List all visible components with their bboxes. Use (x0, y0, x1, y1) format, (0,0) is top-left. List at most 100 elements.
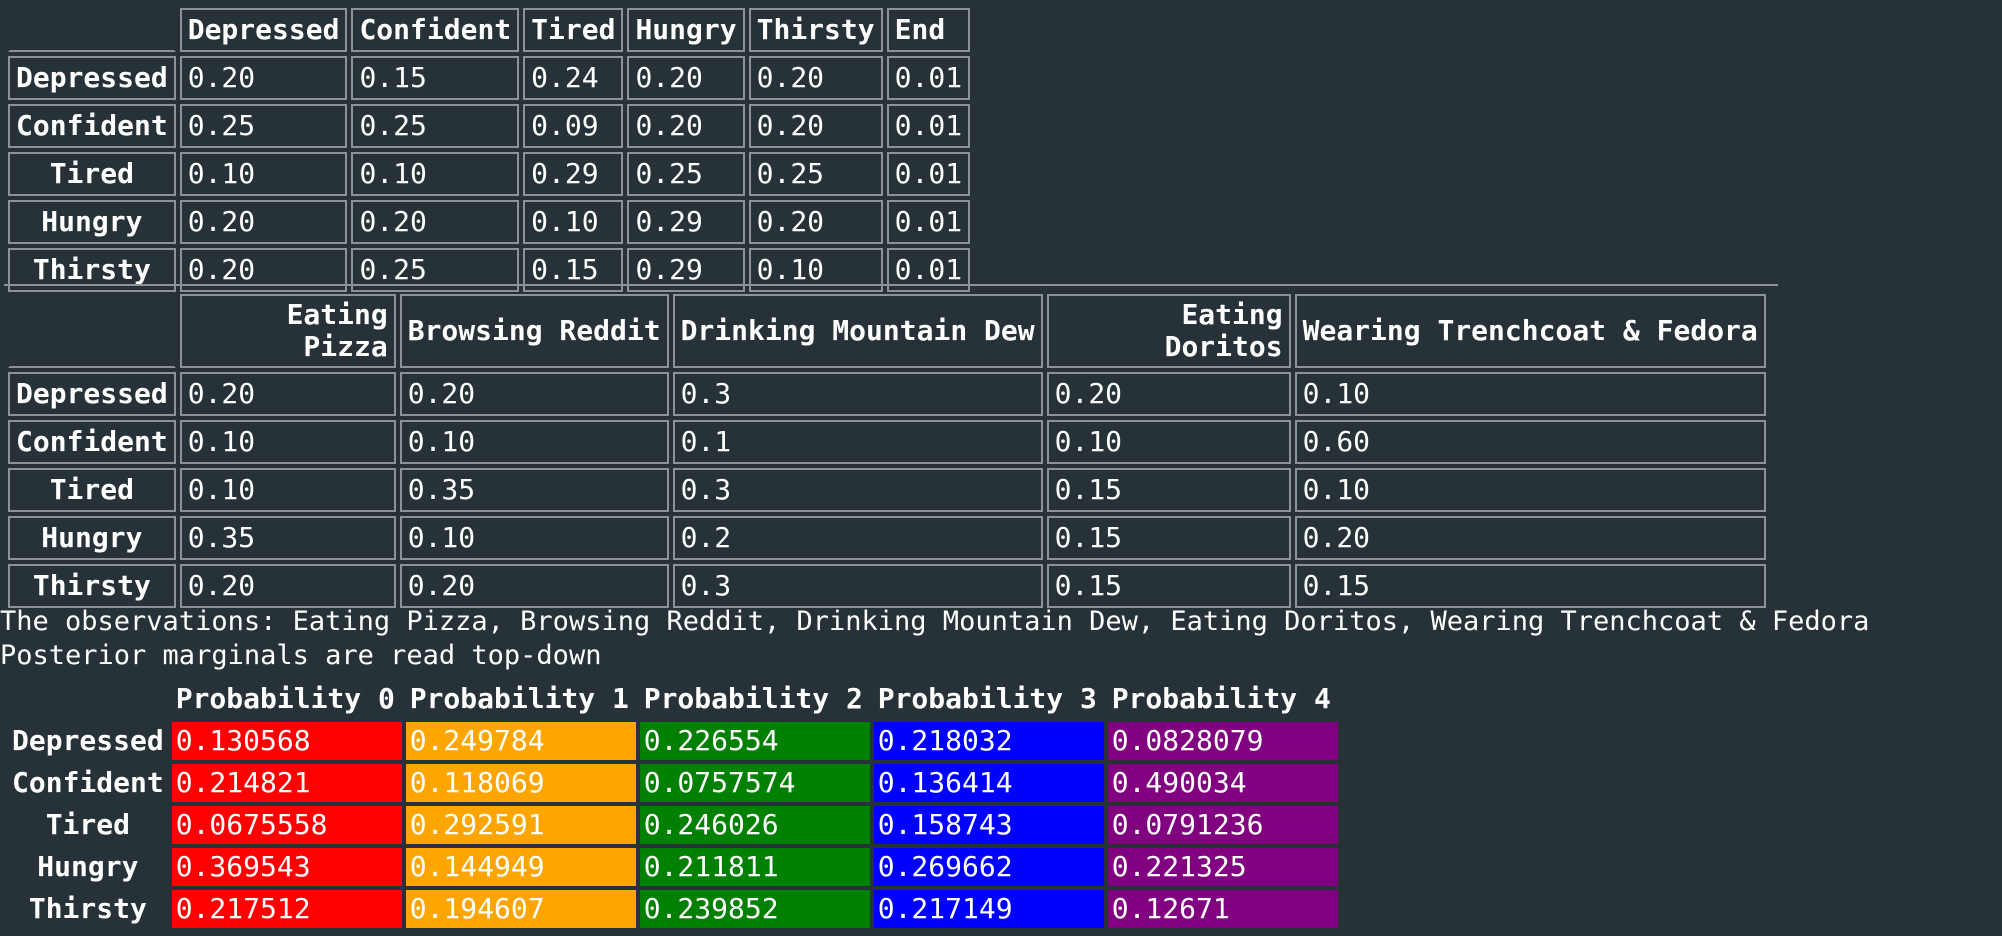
row-header: Confident (8, 104, 176, 148)
table-cell: 0.249784 (405, 722, 636, 760)
row-header: Hungry (8, 516, 176, 560)
table-cell: 0.130568 (171, 722, 402, 760)
table-row: Confident 0.25 0.25 0.09 0.20 0.20 0.01 (8, 104, 971, 148)
table-cell: 0.218032 (873, 722, 1104, 760)
corner-cell (8, 680, 168, 718)
posterior-header-row: Probability 0 Probability 1 Probability … (8, 680, 1338, 718)
table-cell: 0.0675558 (171, 806, 402, 844)
table-cell: 0.15 (1046, 468, 1291, 512)
column-header: Tired (523, 8, 624, 52)
table-cell: 0.25 (748, 152, 883, 196)
table-cell: 0.10 (1046, 420, 1291, 464)
table-cell: 0.20 (748, 104, 883, 148)
column-header: Probability 4 (1111, 682, 1331, 715)
table-cell: 0.20 (179, 564, 396, 608)
posterior-note: Posterior marginals are read top-down (0, 640, 602, 671)
table-cell: 0.20 (351, 200, 520, 244)
column-header: Depressed (179, 8, 348, 52)
table-row: Thirsty 0.217512 0.194607 0.239852 0.217149 0… (8, 890, 1338, 928)
row-header: Thirsty (28, 892, 147, 925)
emission-header-row: Eating Pizza Browsing Reddit Drinking Mo… (8, 294, 1766, 368)
table-row: Depressed 0.130568 0.249784 0.226554 0.21803… (8, 722, 1338, 760)
row-header: Depressed (8, 372, 176, 416)
column-header: Probability 2 (643, 682, 863, 715)
table-cell: 0.01 (886, 200, 971, 244)
corner-cell (8, 8, 176, 52)
table-cell: 0.0757574 (639, 764, 870, 802)
table-cell: 0.35 (179, 516, 396, 560)
column-header: Probability 3 (877, 682, 1097, 715)
table-cell: 0.20 (179, 56, 348, 100)
table-cell: 0.15 (1046, 564, 1291, 608)
table-cell: 0.1 (672, 420, 1043, 464)
transition-table: Depressed Confident Tired Hungry Thirsty… (4, 4, 974, 296)
table-cell: 0.10 (523, 200, 624, 244)
table-cell: 0.20 (1294, 516, 1766, 560)
divider (4, 284, 1778, 286)
table-cell: 0.15 (1046, 516, 1291, 560)
table-cell: 0.10 (1294, 372, 1766, 416)
row-header: Confident (8, 420, 176, 464)
table-row: Hungry 0.35 0.10 0.2 0.15 0.20 (8, 516, 1766, 560)
row-header: Confident (12, 766, 164, 799)
table-cell: 0.136414 (873, 764, 1104, 802)
table-cell: 0.0828079 (1107, 722, 1338, 760)
row-header: Depressed (8, 56, 176, 100)
table-cell: 0.490034 (1107, 764, 1338, 802)
table-cell: 0.239852 (639, 890, 870, 928)
column-header: Eating Doritos (1046, 294, 1291, 368)
table-cell: 0.3 (672, 372, 1043, 416)
table-cell: 0.20 (627, 56, 745, 100)
table-cell: 0.25 (179, 104, 348, 148)
table-cell: 0.10 (179, 152, 348, 196)
column-header: Thirsty (748, 8, 883, 52)
table-cell: 0.10 (179, 468, 396, 512)
table-cell: 0.20 (1046, 372, 1291, 416)
table-cell: 0.35 (399, 468, 669, 512)
table-cell: 0.29 (523, 152, 624, 196)
table-row: Depressed 0.20 0.20 0.3 0.20 0.10 (8, 372, 1766, 416)
table-cell: 0.217512 (171, 890, 402, 928)
table-cell: 0.10 (399, 516, 669, 560)
table-cell: 0.214821 (171, 764, 402, 802)
table-row: Tired 0.10 0.10 0.29 0.25 0.25 0.01 (8, 152, 971, 196)
column-header: Confident (351, 8, 520, 52)
table-cell: 0.20 (399, 372, 669, 416)
table-cell: 0.3 (672, 468, 1043, 512)
table-cell: 0.3 (672, 564, 1043, 608)
table-cell: 0.10 (179, 420, 396, 464)
emission-table: Eating Pizza Browsing Reddit Drinking Mo… (4, 290, 1770, 612)
table-cell: 0.221325 (1107, 848, 1338, 886)
table-cell: 0.2 (672, 516, 1043, 560)
transition-header-row: Depressed Confident Tired Hungry Thirsty… (8, 8, 971, 52)
table-cell: 0.10 (1294, 468, 1766, 512)
terminal-output: Depressed Confident Tired Hungry Thirsty… (0, 0, 2002, 936)
table-cell: 0.60 (1294, 420, 1766, 464)
table-cell: 0.01 (886, 56, 971, 100)
table-cell: 0.29 (627, 200, 745, 244)
table-cell: 0.09 (523, 104, 624, 148)
column-header: End (886, 8, 971, 52)
table-cell: 0.20 (748, 56, 883, 100)
table-row: Confident 0.214821 0.118069 0.0757574 0.1364… (8, 764, 1338, 802)
column-header: Hungry (627, 8, 745, 52)
table-cell: 0.144949 (405, 848, 636, 886)
posterior-table: Probability 0 Probability 1 Probability … (4, 676, 1342, 932)
row-header: Tired (45, 808, 130, 841)
table-row: Tired 0.0675558 0.292591 0.246026 0.158743 0.… (8, 806, 1338, 844)
table-cell: 0.15 (351, 56, 520, 100)
table-cell: 0.25 (351, 104, 520, 148)
table-cell: 0.12671 (1107, 890, 1338, 928)
table-cell: 0.01 (886, 152, 971, 196)
table-cell: 0.24 (523, 56, 624, 100)
table-cell: 0.194607 (405, 890, 636, 928)
table-cell: 0.10 (351, 152, 520, 196)
table-cell: 0.211811 (639, 848, 870, 886)
table-cell: 0.10 (399, 420, 669, 464)
table-row: Hungry 0.20 0.20 0.10 0.29 0.20 0.01 (8, 200, 971, 244)
table-cell: 0.246026 (639, 806, 870, 844)
table-cell: 0.20 (399, 564, 669, 608)
row-header: Tired (8, 468, 176, 512)
row-header: Hungry (8, 200, 176, 244)
table-cell: 0.226554 (639, 722, 870, 760)
